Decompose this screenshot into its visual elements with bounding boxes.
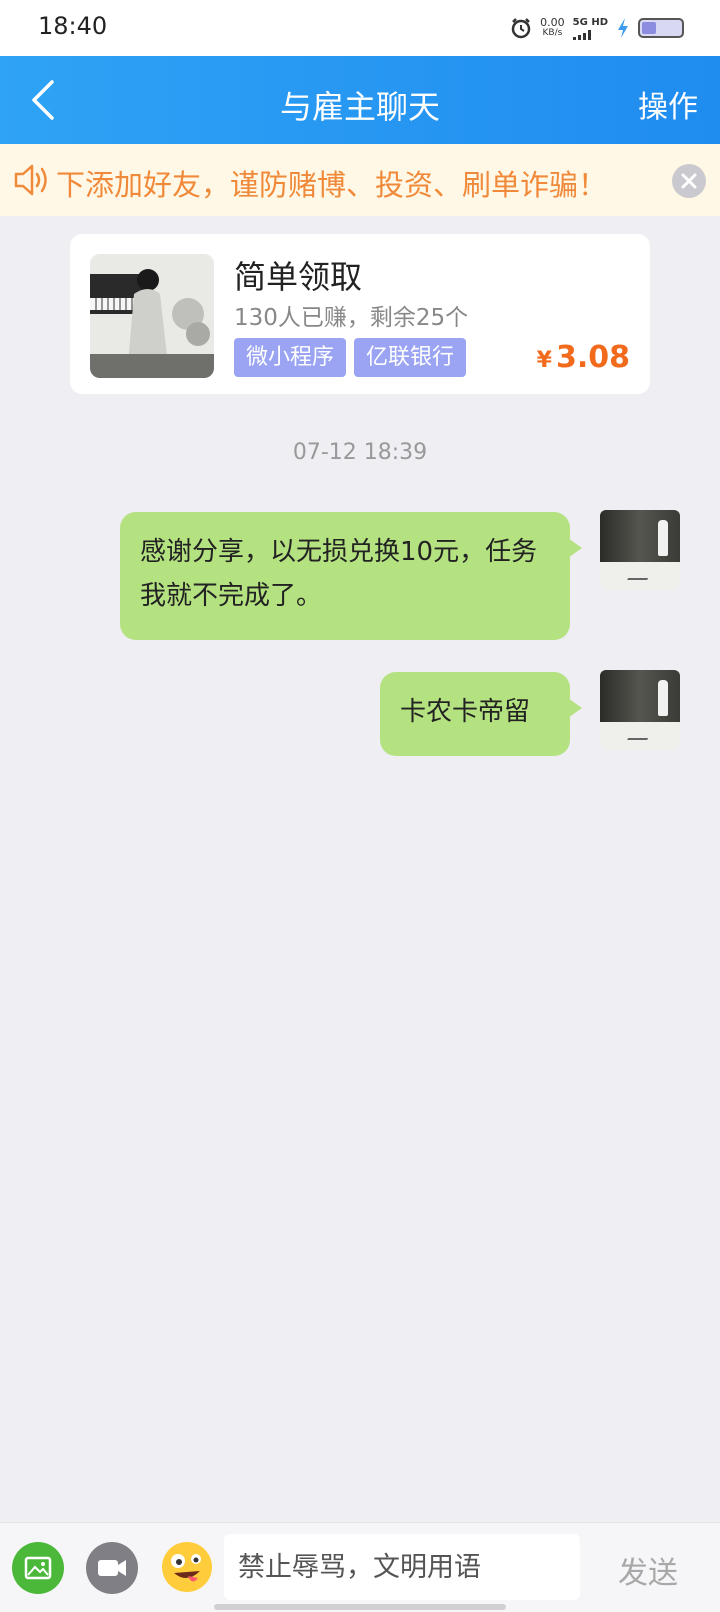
task-thumbnail-image (90, 254, 214, 378)
price-value: 3.08 (555, 340, 630, 375)
send-video-button[interactable] (86, 1542, 138, 1594)
operate-button[interactable]: 操作 (638, 82, 698, 126)
header-bar: 与雇主聊天 操作 (0, 56, 720, 144)
status-bar: 18:40 0.00 KB/s 5G HD (0, 0, 720, 56)
network-speed-unit: KB/s (542, 28, 563, 38)
network-type-label: 5G HD (572, 16, 608, 28)
chat-timestamp: 07-12 18:39 (292, 440, 428, 465)
video-camera-icon (98, 1560, 126, 1576)
home-indicator (214, 1604, 506, 1610)
send-button[interactable]: 发送 (618, 1548, 678, 1592)
task-stats: 130人已赚，剩余25个 (234, 305, 469, 331)
task-tag: 亿联银行 (354, 338, 467, 377)
alarm-clock-icon (511, 18, 531, 39)
task-price: ¥3.08 (537, 340, 630, 375)
message-input[interactable] (224, 1534, 580, 1600)
chat-message-bubble[interactable]: 感谢分享，以无损兑换10元，任务我就不完成了。 (120, 512, 582, 640)
task-tag: 微小程序 (234, 338, 347, 377)
task-card[interactable]: 简单领取 130人已赚，剩余25个 微小程序 亿联银行 ¥3.08 (70, 234, 650, 394)
emoji-button[interactable] (160, 1540, 214, 1594)
status-icons: 0.00 KB/s 5G HD (510, 14, 684, 42)
chat-message-bubble[interactable]: 卡农卡帝留 (380, 672, 582, 756)
warning-notice-banner: 下添加好友，谨防赌博、投资、刷单诈骗！ (0, 144, 720, 216)
charging-bolt-icon (618, 18, 628, 38)
network-speed-value: 0.00 (540, 16, 565, 29)
currency-symbol: ¥ (536, 348, 552, 373)
page-title: 与雇主聊天 (279, 88, 440, 126)
network-speed: 0.00 KB/s (540, 17, 565, 39)
send-image-button[interactable] (12, 1542, 64, 1594)
close-icon (681, 173, 697, 189)
status-time: 18:40 (38, 12, 108, 40)
speaker-icon (14, 164, 47, 196)
cellular-signal: 5G HD (572, 16, 608, 40)
notice-text: 下添加好友，谨防赌博、投资、刷单诈骗！ (56, 168, 608, 202)
image-icon (24, 1556, 52, 1580)
user-avatar[interactable] (600, 670, 680, 750)
user-avatar[interactable] (600, 510, 680, 590)
close-notice-button[interactable] (672, 164, 706, 198)
piano-photo-icon (90, 254, 214, 378)
emoji-face-icon (162, 1542, 212, 1592)
task-tags: 微小程序 亿联银行 (234, 338, 467, 377)
battery-icon (638, 18, 684, 38)
task-title: 简单领取 (234, 258, 363, 296)
signal-bars-icon (572, 29, 591, 40)
